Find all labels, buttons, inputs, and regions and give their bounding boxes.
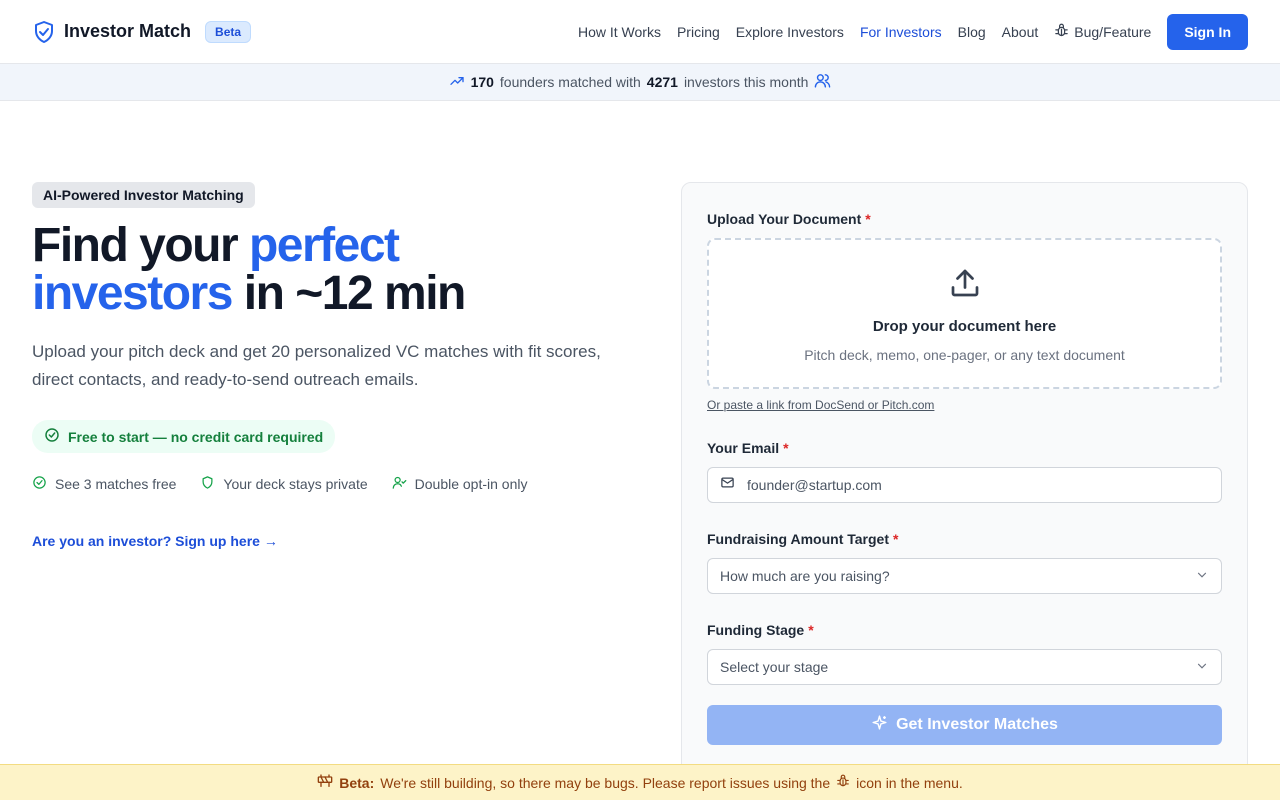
shield-icon — [200, 475, 215, 493]
investors-text: investors this month — [683, 74, 809, 90]
feature-item: Double opt-in only — [392, 475, 528, 493]
handshake-shield-icon — [32, 20, 56, 44]
brand-name: Investor Match — [64, 21, 192, 41]
bug-icon — [836, 774, 850, 791]
match-form-card: Upload Your Document * Drop your document… — [681, 182, 1248, 782]
banner-text-1: We're still building, so there may be bu… — [380, 774, 831, 791]
nav-explore-investors[interactable]: Explore Investors — [728, 24, 852, 40]
amount-select-value: How much are you raising? — [720, 568, 890, 584]
amount-label-text: Fundraising Amount Target — [707, 531, 889, 547]
sparkles-icon — [871, 714, 888, 736]
dropzone-title: Drop your document here — [872, 317, 1057, 335]
required-mark: * — [893, 531, 899, 547]
chevron-down-icon — [1195, 568, 1209, 585]
feature-item: See 3 matches free — [32, 475, 176, 493]
upload-icon — [947, 265, 983, 306]
beta-badge: Beta — [205, 20, 252, 43]
headline-part-1: Find your — [32, 219, 249, 272]
users-icon — [814, 72, 831, 92]
hero-subtitle: Upload your pitch deck and get 20 person… — [32, 342, 601, 389]
founders-text: founders matched with — [499, 74, 641, 90]
email-field[interactable] — [747, 477, 1209, 493]
hero-section: AI-Powered Investor Matching Find your p… — [32, 182, 632, 549]
sign-in-button[interactable]: Sign In — [1167, 13, 1248, 50]
mail-icon — [720, 475, 735, 495]
nav-blog[interactable]: Blog — [950, 24, 994, 40]
amount-group: Fundraising Amount Target * How much are … — [707, 531, 1222, 594]
stage-group: Funding Stage * Select your stage — [707, 622, 1222, 685]
trending-up-icon — [449, 73, 465, 92]
user-check-icon — [392, 475, 407, 493]
top-nav: Investor Match Beta How It Works Pricing… — [0, 0, 1280, 64]
upload-label: Upload Your Document * — [707, 211, 1222, 227]
document-dropzone[interactable]: Drop your document here Pitch deck, memo… — [707, 238, 1222, 389]
bug-icon — [1054, 23, 1069, 41]
nav-bug-feature[interactable]: Bug/Feature — [1046, 23, 1159, 41]
upload-label-text: Upload Your Document — [707, 211, 862, 227]
feature-label: See 3 matches free — [55, 476, 177, 492]
banner-text-2: icon in the menu. — [856, 774, 963, 791]
required-mark: * — [808, 622, 814, 638]
construction-icon — [317, 773, 333, 792]
free-to-start-badge: Free to start — no credit card required — [32, 420, 336, 453]
email-label: Your Email * — [707, 440, 1222, 456]
check-circle-icon — [32, 475, 47, 493]
banner-bold: Beta: — [339, 774, 375, 791]
hero-chip: AI-Powered Investor Matching — [32, 182, 255, 208]
headline-part-3: investors — [32, 267, 233, 320]
required-mark: * — [865, 211, 871, 227]
feature-list: See 3 matches free Your deck stays priva… — [32, 475, 632, 493]
stats-bar: 170 founders matched with 4271 investors… — [0, 64, 1280, 101]
hero-headline: Find your perfect investors in ~12 min — [32, 222, 632, 318]
check-circle-icon — [44, 427, 60, 446]
nav-for-investors[interactable]: For Investors — [852, 24, 950, 40]
amount-label: Fundraising Amount Target * — [707, 531, 1222, 547]
feature-item: Your deck stays private — [200, 475, 368, 493]
investors-count: 4271 — [646, 74, 678, 90]
headline-part-2: perfect — [248, 219, 400, 272]
feature-label: Your deck stays private — [223, 476, 368, 492]
paste-link[interactable]: Or paste a link from DocSend or Pitch.co… — [707, 398, 1222, 412]
investor-signup-link[interactable]: Are you an investor? Sign up here → — [32, 533, 632, 549]
required-mark: * — [783, 440, 789, 456]
feature-label: Double opt-in only — [414, 476, 528, 492]
founders-count: 170 — [470, 74, 494, 90]
stage-label: Funding Stage * — [707, 622, 1222, 638]
email-label-text: Your Email — [707, 440, 780, 456]
headline-part-4: in ~12 min — [231, 267, 467, 320]
nav-pricing[interactable]: Pricing — [669, 24, 728, 40]
stage-select-value: Select your stage — [720, 659, 829, 675]
stage-select[interactable]: Select your stage — [707, 649, 1222, 685]
email-group: Your Email * — [707, 440, 1222, 503]
nav-bug-feature-label: Bug/Feature — [1074, 23, 1152, 40]
dropzone-subtitle: Pitch deck, memo, one-pager, or any text… — [804, 346, 1125, 363]
brand[interactable]: Investor Match Beta — [32, 20, 252, 44]
email-field-wrapper — [707, 467, 1222, 503]
beta-banner: Beta: We're still building, so there may… — [0, 764, 1280, 800]
free-to-start-text: Free to start — no credit card required — [68, 428, 324, 445]
get-matches-button[interactable]: Get Investor Matches — [707, 705, 1222, 745]
nav-how-it-works[interactable]: How It Works — [570, 24, 669, 40]
chevron-down-icon — [1195, 659, 1209, 676]
stage-label-text: Funding Stage — [707, 622, 805, 638]
get-matches-label: Get Investor Matches — [896, 716, 1058, 733]
amount-select[interactable]: How much are you raising? — [707, 558, 1222, 594]
nav-links: How It Works Pricing Explore Investors F… — [570, 13, 1248, 50]
nav-about[interactable]: About — [994, 24, 1047, 40]
